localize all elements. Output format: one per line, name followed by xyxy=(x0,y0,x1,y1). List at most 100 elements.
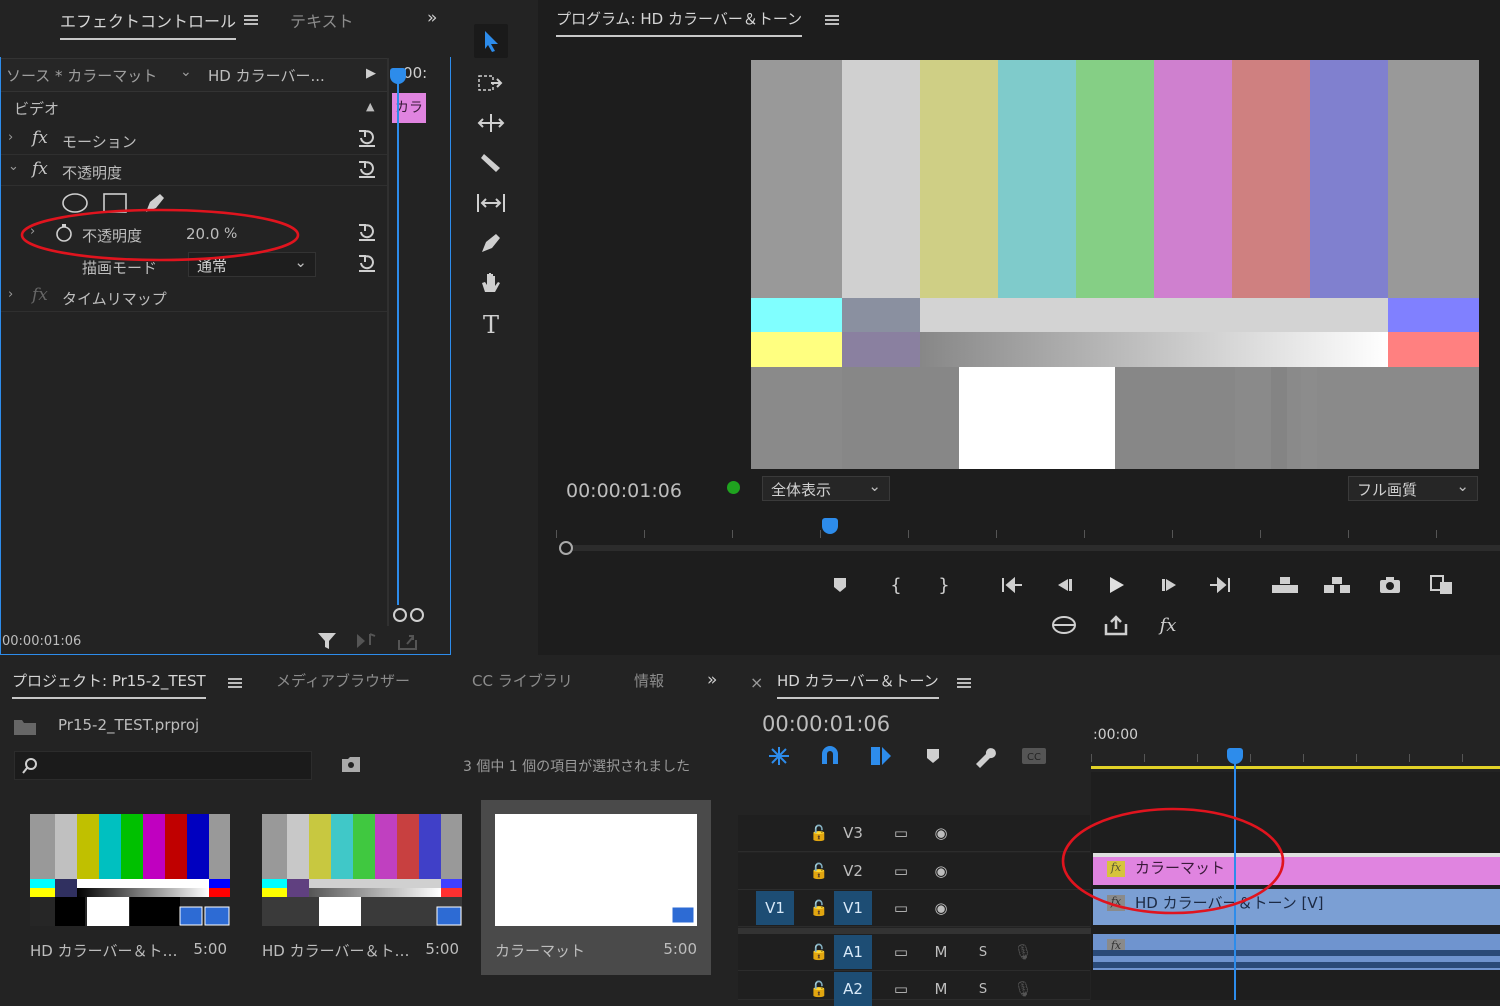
tab-text[interactable]: テキスト xyxy=(290,8,354,32)
filter-icon[interactable] xyxy=(316,630,338,652)
linked-selection-icon[interactable] xyxy=(868,744,894,768)
monitor-playhead-handle[interactable] xyxy=(822,518,838,534)
nest-icon[interactable] xyxy=(766,744,792,768)
chevron-down-icon[interactable]: ⌄ xyxy=(8,159,19,174)
track-target[interactable]: A2 xyxy=(834,972,872,1006)
lock-icon[interactable]: 🔓 xyxy=(800,854,838,888)
effect-row-time-remap[interactable]: › fx タイムリマップ xyxy=(0,281,388,312)
program-video-frame[interactable] xyxy=(751,60,1479,469)
overflow-chevron-icon[interactable]: » xyxy=(427,8,437,28)
lock-icon[interactable]: 🔓 xyxy=(800,816,838,850)
mute-button[interactable]: M xyxy=(922,935,960,969)
export-frame-button[interactable] xyxy=(1376,572,1404,598)
opacity-value[interactable]: 20.0 xyxy=(186,225,219,243)
mark-in-button[interactable]: { xyxy=(882,572,910,598)
source-patch[interactable] xyxy=(756,816,794,850)
panel-menu-icon[interactable] xyxy=(825,14,839,26)
mark-out-button[interactable]: } xyxy=(930,572,958,598)
publish-button[interactable] xyxy=(1102,612,1130,638)
sync-lock-icon[interactable]: ▭ xyxy=(882,972,920,1006)
microphone-icon[interactable]: 🎙 xyxy=(1004,972,1042,1006)
play-button[interactable] xyxy=(1102,572,1130,598)
reset-icon[interactable] xyxy=(356,158,378,180)
program-monitor-title[interactable]: プログラム: HD カラーバー＆トーン xyxy=(556,8,803,37)
source-patch[interactable] xyxy=(756,854,794,888)
sync-lock-icon[interactable]: ▭ xyxy=(882,935,920,969)
captions-icon[interactable]: CC xyxy=(1020,746,1048,766)
quality-select[interactable]: フル画質 ⌄ xyxy=(1348,476,1478,501)
source-patch[interactable] xyxy=(756,935,794,969)
timeline-playhead[interactable] xyxy=(1234,760,1237,1000)
panel-menu-icon[interactable] xyxy=(228,677,242,689)
panel-menu-icon[interactable] xyxy=(244,14,258,26)
stopwatch-icon[interactable] xyxy=(54,223,74,243)
ellipse-mask-icon[interactable] xyxy=(60,192,90,214)
project-item-selected[interactable]: カラーマット 5:00 xyxy=(481,800,711,975)
overflow-chevron-icon[interactable]: » xyxy=(707,670,717,690)
solo-button[interactable]: S xyxy=(964,972,1002,1006)
project-item[interactable]: HD カラーバー＆ト… 5:00 xyxy=(248,800,473,975)
close-icon[interactable]: × xyxy=(750,673,763,692)
lock-icon[interactable]: 🔓 xyxy=(800,935,838,969)
monitor-time-ruler[interactable] xyxy=(556,520,1500,540)
step-forward-button[interactable] xyxy=(1156,572,1184,598)
fx-icon[interactable]: fx xyxy=(32,285,48,305)
timeline-timecode[interactable]: 00:00:01:06 xyxy=(762,712,890,736)
microphone-icon[interactable]: 🎙 xyxy=(1004,935,1042,969)
chevron-down-icon[interactable]: ⌄ xyxy=(180,64,192,80)
sync-lock-icon[interactable]: ▭ xyxy=(882,854,920,888)
pen-tool[interactable] xyxy=(474,226,508,260)
timeline-title[interactable]: HD カラーバー＆トーン xyxy=(777,670,939,699)
lift-button[interactable] xyxy=(1270,572,1298,598)
tab-media-browser[interactable]: メディアブラウザー xyxy=(276,670,410,691)
comparison-view-button[interactable] xyxy=(1428,572,1456,598)
reset-icon[interactable] xyxy=(356,221,378,243)
program-timecode[interactable]: 00:00:01:06 xyxy=(566,480,682,502)
source-label[interactable]: ソース * カラーマット xyxy=(6,65,157,86)
chevron-right-icon[interactable]: › xyxy=(30,224,35,239)
sync-lock-icon[interactable]: ▭ xyxy=(882,891,920,925)
zoom-slider-icon[interactable] xyxy=(392,606,426,624)
find-bin-icon[interactable] xyxy=(340,754,362,774)
wrench-icon[interactable] xyxy=(972,744,996,768)
go-to-out-button[interactable] xyxy=(1206,572,1234,598)
play-triangle-icon[interactable]: ▶ xyxy=(366,66,376,81)
effects-playhead-handle[interactable] xyxy=(390,68,406,84)
pen-mask-icon[interactable] xyxy=(142,190,168,216)
track-target[interactable]: V2 xyxy=(834,854,872,888)
work-area-bar[interactable] xyxy=(1091,766,1500,769)
tab-cc-library[interactable]: CC ライブラリ xyxy=(472,670,573,691)
effect-row-motion[interactable]: › fx モーション xyxy=(0,124,388,155)
chevron-right-icon[interactable]: › xyxy=(8,287,13,302)
go-to-in-button[interactable] xyxy=(998,572,1026,598)
effects-timeline-divider[interactable] xyxy=(387,58,389,626)
slip-tool[interactable] xyxy=(474,186,508,220)
eye-icon[interactable]: ◉ xyxy=(922,854,960,888)
step-back-button[interactable] xyxy=(1050,572,1078,598)
panel-menu-icon[interactable] xyxy=(957,677,971,689)
vr-video-button[interactable] xyxy=(1050,612,1078,638)
zoom-bar-handle[interactable] xyxy=(559,541,573,555)
track-target[interactable]: V1 xyxy=(834,891,872,925)
export-frame-icon[interactable] xyxy=(396,630,420,652)
zoom-select[interactable]: 全体表示 ⌄ xyxy=(762,476,890,501)
search-box[interactable] xyxy=(14,751,312,780)
reset-icon[interactable] xyxy=(356,252,378,274)
eye-icon[interactable]: ◉ xyxy=(922,816,960,850)
snap-icon[interactable] xyxy=(818,744,842,768)
sync-lock-icon[interactable]: ▭ xyxy=(882,816,920,850)
tab-effect-controls[interactable]: エフェクトコントロール xyxy=(60,8,237,40)
lock-icon[interactable]: 🔓 xyxy=(800,972,838,1006)
razor-tool[interactable] xyxy=(474,146,508,180)
reset-icon[interactable] xyxy=(356,127,378,149)
type-tool[interactable]: T xyxy=(474,308,508,342)
track-select-tool[interactable] xyxy=(474,66,508,100)
sequence-label[interactable]: HD カラーバー... xyxy=(208,65,325,86)
lock-icon[interactable]: 🔓 xyxy=(800,891,838,925)
extract-button[interactable] xyxy=(1322,572,1350,598)
mute-button[interactable]: M xyxy=(922,972,960,1006)
hand-tool[interactable] xyxy=(474,266,508,300)
tab-info[interactable]: 情報 xyxy=(634,670,664,691)
add-marker-button[interactable] xyxy=(826,572,854,598)
effect-row-opacity[interactable]: ⌄ fx 不透明度 xyxy=(0,155,388,186)
